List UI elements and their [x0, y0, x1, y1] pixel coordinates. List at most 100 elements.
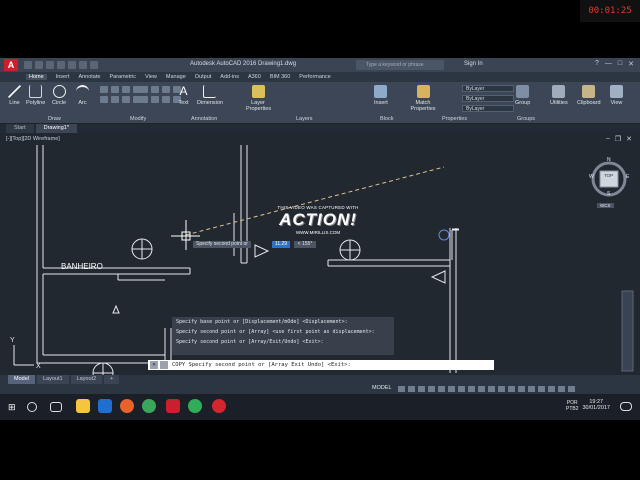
- close-icon[interactable]: ✕: [628, 60, 634, 68]
- firefox-icon[interactable]: [120, 399, 134, 413]
- tab-model[interactable]: Model: [8, 375, 35, 384]
- notifications-icon[interactable]: [620, 402, 632, 411]
- new-icon[interactable]: [24, 61, 32, 69]
- help-button[interactable]: ?: [595, 60, 599, 68]
- outlook-icon[interactable]: [98, 399, 112, 413]
- viewcube-top[interactable]: TOP: [604, 173, 613, 178]
- text-tool[interactable]: A Text: [177, 85, 190, 107]
- tab-annotate[interactable]: Annotate: [78, 74, 100, 80]
- annotation-scale-icon[interactable]: [488, 386, 495, 392]
- extend-icon[interactable]: [162, 96, 170, 103]
- fillet-icon[interactable]: [151, 86, 159, 93]
- windows-start-icon[interactable]: ⊞: [8, 402, 18, 412]
- copy-icon[interactable]: [100, 96, 108, 103]
- search-icon[interactable]: [27, 402, 37, 412]
- file-explorer-icon[interactable]: [76, 399, 90, 413]
- system-clock[interactable]: 19:27 30/01/2017: [582, 399, 610, 411]
- autocad-taskbar-icon[interactable]: [166, 399, 180, 413]
- lineweight-icon[interactable]: [458, 386, 465, 392]
- viewcube-east[interactable]: E: [626, 174, 629, 180]
- file-tab-start[interactable]: Start: [6, 124, 34, 133]
- chrome-icon[interactable]: [142, 399, 156, 413]
- view-tool[interactable]: View: [610, 85, 623, 106]
- viewcube-south[interactable]: S: [607, 191, 610, 197]
- dimension-tool[interactable]: Dimension: [197, 85, 223, 106]
- isolate-objects-icon[interactable]: [538, 386, 545, 392]
- insert-tool[interactable]: Insert: [374, 85, 388, 106]
- clean-screen-icon[interactable]: [558, 386, 565, 392]
- rectangle-icon[interactable]: [100, 86, 108, 93]
- group-tool[interactable]: Group: [515, 85, 530, 106]
- grid-icon[interactable]: [398, 386, 405, 392]
- circle-tool[interactable]: Circle: [52, 85, 66, 106]
- snap-icon[interactable]: [408, 386, 415, 392]
- undo-icon[interactable]: [79, 61, 87, 69]
- otrack-icon[interactable]: [448, 386, 455, 392]
- hardware-acceleration-icon[interactable]: [548, 386, 555, 392]
- tab-parametric[interactable]: Parametric: [109, 74, 136, 80]
- tab-bim-360[interactable]: BIM 360: [270, 74, 290, 80]
- file-tab-drawing1[interactable]: Drawing1*: [35, 124, 77, 133]
- clipboard-tool[interactable]: Clipboard: [577, 85, 601, 106]
- close-icon[interactable]: ✕: [626, 135, 632, 143]
- sign-in-link[interactable]: Sign In: [464, 61, 483, 67]
- panel-properties[interactable]: Properties: [442, 116, 467, 122]
- osnap-icon[interactable]: [438, 386, 445, 392]
- panel-modify[interactable]: Modify: [130, 116, 146, 122]
- tab-layout2[interactable]: Layout2: [70, 375, 103, 384]
- workspace-icon[interactable]: [498, 386, 505, 392]
- language-indicator[interactable]: POR PTB2: [566, 400, 579, 412]
- annotation-monitor-icon[interactable]: [508, 386, 515, 392]
- add-layout-button[interactable]: +: [104, 375, 120, 384]
- save-icon[interactable]: [46, 61, 54, 69]
- match-properties-tool[interactable]: Match Properties: [410, 85, 436, 112]
- restore-icon[interactable]: ❐: [615, 135, 621, 143]
- panel-block[interactable]: Block: [380, 116, 393, 122]
- panel-groups[interactable]: Groups: [517, 116, 535, 122]
- wcs-menu[interactable]: WCS: [597, 203, 614, 208]
- maximize-icon[interactable]: □: [618, 60, 622, 68]
- hatch-icon[interactable]: [111, 86, 119, 93]
- tab-output[interactable]: Output: [195, 74, 212, 80]
- viewcube-north[interactable]: N: [607, 157, 611, 163]
- linetype-dropdown[interactable]: ByLayer: [462, 105, 514, 112]
- task-view-icon[interactable]: [50, 402, 62, 412]
- explode-icon[interactable]: [140, 96, 148, 103]
- array-icon[interactable]: [162, 86, 170, 93]
- tab-manage[interactable]: Manage: [166, 74, 186, 80]
- mirror-icon[interactable]: [111, 96, 119, 103]
- action-recorder-icon[interactable]: [212, 399, 226, 413]
- selection-cycling-icon[interactable]: [478, 386, 485, 392]
- command-input[interactable]: COPY Specify second point or [Array Exit…: [172, 362, 351, 368]
- transparency-icon[interactable]: [468, 386, 475, 392]
- minimize-icon[interactable]: –: [606, 135, 610, 143]
- open-icon[interactable]: [35, 61, 43, 69]
- minimize-icon[interactable]: —: [605, 60, 612, 68]
- viewport-controls[interactable]: [-][Top][2D Wireframe]: [6, 136, 60, 142]
- tab-performance[interactable]: Performance: [299, 74, 331, 80]
- model-space-button[interactable]: MODEL: [372, 385, 392, 391]
- layer-properties-tool[interactable]: Layer Properties: [246, 85, 271, 112]
- redo-icon[interactable]: [90, 61, 98, 69]
- command-line[interactable]: ✕ COPY Specify second point or [Array Ex…: [148, 360, 494, 370]
- offset-icon[interactable]: [151, 96, 159, 103]
- viewcube-west[interactable]: W: [589, 174, 594, 180]
- polar-icon[interactable]: [428, 386, 435, 392]
- move-icon[interactable]: [122, 86, 130, 93]
- plot-icon[interactable]: [68, 61, 76, 69]
- customize-icon[interactable]: [160, 361, 168, 369]
- lineweight-dropdown[interactable]: ByLayer: [462, 95, 514, 102]
- stretch-icon[interactable]: [122, 96, 130, 103]
- distance-input[interactable]: 11.29: [272, 241, 290, 248]
- line-tool[interactable]: Line: [8, 85, 21, 106]
- panel-annotation[interactable]: Annotation: [191, 116, 217, 122]
- arc-tool[interactable]: Arc: [76, 85, 89, 106]
- tab-insert[interactable]: Insert: [56, 74, 70, 80]
- panel-layers[interactable]: Layers: [296, 116, 313, 122]
- trim-icon[interactable]: [140, 86, 148, 93]
- ortho-icon[interactable]: [418, 386, 425, 392]
- angle-input[interactable]: < 155°: [294, 241, 316, 248]
- color-dropdown[interactable]: ByLayer: [462, 85, 514, 92]
- customization-icon[interactable]: [568, 386, 575, 392]
- search-input[interactable]: Type a keyword or phrase: [356, 60, 444, 70]
